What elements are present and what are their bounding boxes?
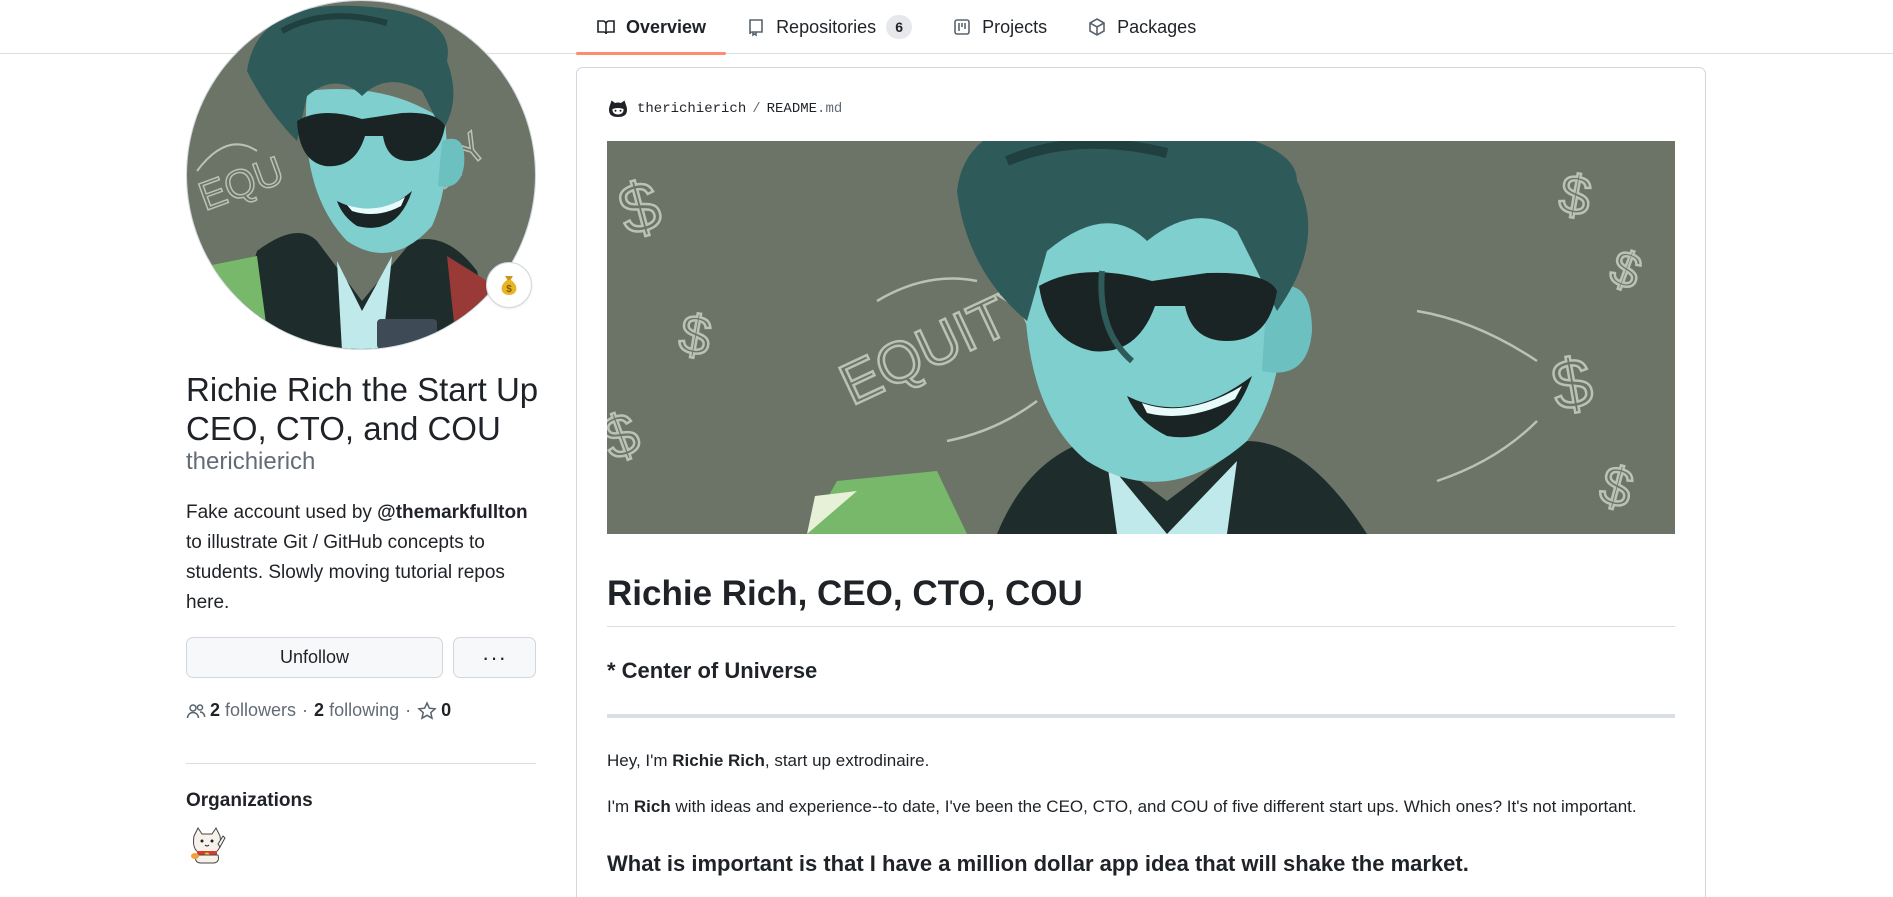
text-run: , start up extrodinaire. — [764, 751, 930, 770]
text-run: Hey, I'm — [607, 751, 673, 770]
project-icon — [954, 19, 970, 35]
profile-full-name: Richie Rich the Start Up CEO, CTO, and C… — [186, 371, 539, 447]
moneybag-icon: $ — [501, 276, 517, 295]
readme-banner-image: $ $ $ $ $ $ $ EQUITY — [607, 141, 1675, 534]
tab-repositories-label: Repositories — [776, 16, 877, 37]
tab-list: Overview Repositories 6 Projects Package… — [576, 0, 1216, 55]
tab-overview[interactable]: Overview — [576, 0, 727, 55]
avatar-container: EQU ITY $ — [186, 0, 536, 350]
readme-file-base: README — [766, 101, 818, 117]
organizations-heading: Organizations — [186, 790, 313, 811]
svg-text:$: $ — [506, 284, 512, 295]
readme-subheading: * Center of Universe — [607, 658, 818, 683]
profile-bio: Fake account used by @themarkfullton to … — [186, 498, 538, 618]
readme-heading-important: What is important is that I have a milli… — [607, 851, 1469, 876]
bio-prefix: Fake account used by — [186, 502, 378, 523]
repositories-count-badge: 6 — [886, 15, 913, 39]
followers-link[interactable]: 2 followers — [210, 700, 296, 721]
readme-owner-link[interactable]: therichierich — [637, 101, 746, 117]
following-link[interactable]: 2 following — [314, 700, 399, 721]
book-icon — [597, 20, 615, 35]
readme-header: therichierich / README.md — [607, 98, 842, 120]
readme-filename[interactable]: README.md — [767, 101, 843, 117]
text-run: I'm — [607, 797, 634, 816]
separator-dot: · — [302, 700, 309, 720]
following-count: 2 — [314, 700, 325, 720]
followers-label: followers — [225, 700, 297, 720]
following-label: following — [329, 700, 400, 720]
avatar[interactable]: EQU ITY — [186, 0, 536, 350]
separator-dot: · — [405, 700, 412, 720]
lucky-cat-icon — [186, 822, 228, 864]
banner-illustration: $ $ $ $ $ $ $ EQUITY — [607, 141, 1675, 534]
sidebar-divider — [186, 763, 536, 764]
status-badge[interactable]: $ — [486, 262, 532, 308]
bio-suffix: to illustrate Git / GitHub concepts to s… — [186, 532, 505, 613]
octocat-icon — [609, 100, 627, 117]
tab-packages-label: Packages — [1117, 16, 1197, 37]
profile-login: therichierich — [186, 448, 316, 475]
readme-file-ext: .md — [817, 101, 843, 117]
readme-heading: Richie Rich, CEO, CTO, COU — [607, 574, 1675, 627]
stars-link[interactable]: 0 — [417, 700, 456, 721]
readme-paragraph-intro: Hey, I'm Richie Rich, start up extrodina… — [607, 751, 929, 771]
people-icon — [186, 703, 206, 718]
text-bold: Rich — [633, 797, 671, 816]
readme-paragraph-experience: I'm Rich with ideas and experience--to d… — [607, 797, 1637, 817]
package-icon — [1089, 18, 1105, 36]
readme-card: therichierich / README.md $ $ $ $ $ $ $ … — [576, 67, 1706, 897]
tab-projects[interactable]: Projects — [932, 0, 1067, 54]
star-icon — [417, 700, 437, 720]
more-options-button[interactable]: ··· — [453, 637, 536, 678]
follow-stats: 2 followers · 2 following · 0 — [186, 700, 456, 721]
avatar-illustration: EQU ITY — [187, 1, 535, 349]
unfollow-button[interactable]: Unfollow — [186, 637, 443, 678]
readme-rule — [607, 714, 1675, 718]
tab-projects-label: Projects — [982, 16, 1048, 37]
bio-mention-link[interactable]: @themarkfullton — [377, 502, 527, 523]
stars-count: 0 — [441, 700, 452, 720]
text-bold: Richie Rich — [672, 751, 765, 770]
tab-packages[interactable]: Packages — [1067, 0, 1216, 54]
text-run: with ideas and experience--to date, I've… — [670, 797, 1637, 816]
tab-repositories[interactable]: Repositories 6 — [726, 0, 932, 54]
path-separator: / — [752, 101, 761, 117]
repo-icon — [749, 19, 763, 37]
tab-overview-label: Overview — [626, 16, 707, 37]
organization-avatar[interactable] — [186, 822, 228, 864]
followers-count: 2 — [210, 700, 221, 720]
